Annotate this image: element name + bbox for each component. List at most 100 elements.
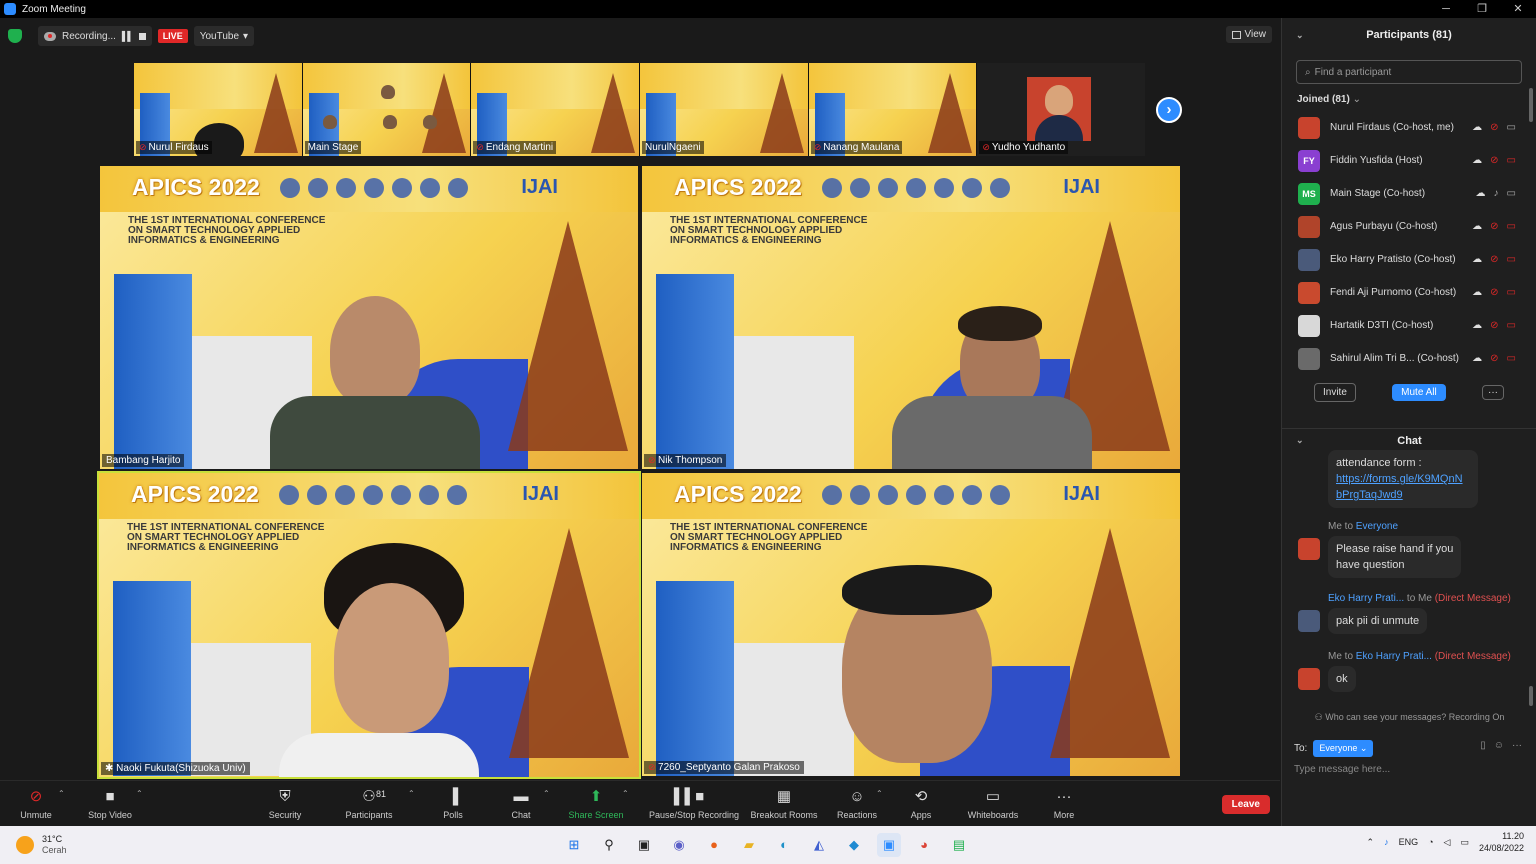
microphone-icon[interactable]: ♪ — [1384, 837, 1389, 847]
camera-off-icon[interactable]: ▭ — [1507, 221, 1516, 232]
participant-search-input[interactable]: ⌕ Find a participant — [1296, 60, 1522, 84]
participants-scrollbar[interactable] — [1529, 88, 1533, 122]
thumbnail-tile[interactable]: ⊘ Nanang Maulana — [808, 63, 977, 156]
vscode-icon[interactable]: ◆ — [842, 833, 866, 857]
power-automate-icon[interactable]: ◭ — [807, 833, 831, 857]
stop-icon[interactable] — [138, 32, 146, 40]
task-view-icon[interactable]: ▣ — [632, 833, 656, 857]
chat-options-caret[interactable]: ⌃ — [543, 789, 550, 798]
more-icon[interactable]: ··· — [1512, 740, 1522, 751]
thumbnail-tile[interactable]: NurulNgaeni — [640, 63, 808, 156]
battery-icon[interactable]: ▭ — [1460, 837, 1469, 848]
leave-button[interactable]: Leave — [1221, 795, 1270, 814]
shield-icon[interactable] — [8, 29, 22, 43]
participants-button[interactable]: ⚇ 81 Participants — [329, 787, 409, 820]
joined-section-toggle[interactable]: Joined (81) ⌄ — [1297, 94, 1536, 105]
apps-button[interactable]: ⟲ Apps — [881, 787, 961, 820]
windows-start-icon[interactable]: ⊞ — [562, 833, 586, 857]
mute-all-button[interactable]: Mute All — [1392, 384, 1446, 401]
share-options-caret[interactable]: ⌃ — [622, 789, 629, 798]
restore-icon[interactable]: ❐ — [1464, 0, 1500, 18]
participant-row[interactable]: Nurul Firdaus (Co-host, me) ☁ ⊘ ▭ — [1282, 111, 1536, 144]
video-tile[interactable]: APICS 2022 IJAI The 1st International Co… — [642, 166, 1180, 469]
video-tile[interactable]: APICS 2022 IJAI The 1st International Co… — [100, 166, 638, 469]
breakout-rooms-button[interactable]: ▦ Breakout Rooms — [744, 787, 824, 820]
recipient-dropdown[interactable]: Everyone ⌄ — [1313, 740, 1374, 757]
mic-muted-icon[interactable]: ⊘ — [1490, 320, 1498, 331]
video-tile-active-speaker[interactable]: APICS 2022 IJAI The 1st International Co… — [97, 471, 641, 779]
next-page-button[interactable]: › — [1156, 97, 1182, 123]
emoji-icon[interactable]: ☺ — [1494, 740, 1504, 751]
camera-icon[interactable]: ▭ — [1507, 122, 1516, 133]
camera-off-icon[interactable]: ▭ — [1507, 353, 1516, 364]
mic-muted-icon: ⊘ — [139, 142, 147, 152]
thumbnail-tile[interactable]: Main Stage — [302, 63, 471, 156]
firefox-icon[interactable]: ● — [702, 833, 726, 857]
mic-muted-icon[interactable]: ⊘ — [1490, 221, 1498, 232]
stream-dropdown[interactable]: YouTube ▾ — [193, 26, 255, 46]
camera-off-icon[interactable]: ▭ — [1507, 155, 1516, 166]
wifi-icon[interactable]: ◔ — [1428, 837, 1433, 847]
camera-icon[interactable]: ▭ — [1507, 188, 1516, 199]
participant-row[interactable]: Hartatik D3TI (Co-host) ☁ ⊘ ▭ — [1282, 309, 1536, 342]
sponsor-logos — [822, 485, 1010, 505]
mic-muted-icon[interactable]: ⊘ — [1490, 254, 1498, 265]
file-explorer-icon[interactable]: ▰ — [737, 833, 761, 857]
participant-body — [270, 396, 480, 469]
camera-off-icon[interactable]: ▭ — [1507, 320, 1516, 331]
volume-icon[interactable]: ◁ — [1444, 837, 1451, 848]
mic-icon[interactable]: ♪ — [1494, 188, 1499, 199]
chat-messages: attendance form : https://forms.gle/K9MQ… — [1282, 450, 1536, 704]
chrome-icon[interactable]: ◕ — [912, 833, 936, 857]
camera-off-icon[interactable]: ▭ — [1507, 254, 1516, 265]
pause-icon[interactable]: ▌▌ — [122, 31, 134, 41]
file-icon[interactable]: ▯ — [1480, 740, 1486, 751]
security-button[interactable]: ⛨ Security — [245, 787, 325, 820]
avatar — [1298, 215, 1320, 238]
who-can-see-notice[interactable]: ⚇ Who can see your messages? Recording O… — [1282, 712, 1536, 723]
mic-muted-icon: ⊘ — [813, 142, 822, 152]
collapse-chevron-icon[interactable]: ⌄ — [1296, 435, 1304, 446]
slide-journal: IJAI — [521, 176, 558, 198]
participant-row[interactable]: Eko Harry Pratisto (Co-host) ☁ ⊘ ▭ — [1282, 243, 1536, 276]
teams-chat-icon[interactable]: ◉ — [667, 833, 691, 857]
message-link[interactable]: https://forms.gle/K9MQnN — [1336, 471, 1470, 487]
thumbnail-tile[interactable]: ⊘ Nurul Firdaus — [134, 63, 302, 156]
mic-muted-icon[interactable]: ⊘ — [1490, 287, 1498, 298]
whiteboards-button[interactable]: ▭ Whiteboards — [953, 787, 1033, 820]
people-icon: ⚇ — [362, 788, 376, 805]
mic-muted-icon[interactable]: ⊘ — [1490, 155, 1498, 166]
video-options-caret[interactable]: ⌃ — [136, 789, 143, 798]
zoom-icon[interactable]: ▣ — [877, 833, 901, 857]
edge-icon[interactable]: ◐ — [772, 833, 796, 857]
chat-input[interactable]: Type message here... — [1294, 764, 1390, 775]
more-button[interactable]: ··· More — [1024, 787, 1104, 820]
participant-row[interactable]: Fendi Aji Purnomo (Co-host) ☁ ⊘ ▭ — [1282, 276, 1536, 309]
close-icon[interactable]: ✕ — [1500, 0, 1536, 18]
search-icon[interactable]: ⚲ — [597, 833, 621, 857]
video-tile[interactable]: APICS 2022 IJAI The 1st International Co… — [642, 473, 1180, 776]
participant-row[interactable]: Agus Purbayu (Co-host) ☁ ⊘ ▭ — [1282, 210, 1536, 243]
collapse-chevron-icon[interactable]: ⌄ — [1296, 30, 1304, 41]
mic-muted-icon[interactable]: ⊘ — [1490, 353, 1498, 364]
chat-scrollbar[interactable] — [1529, 686, 1533, 706]
camera-off-icon[interactable]: ▭ — [1507, 287, 1516, 298]
mic-muted-icon[interactable]: ⊘ — [1490, 122, 1498, 133]
message-link[interactable]: bPrgTaqJwd9 — [1336, 487, 1470, 503]
weather-widget[interactable]: 31°C Cerah — [16, 834, 67, 856]
participant-row[interactable]: Sahirul Alim Tri B... (Co-host) ☁ ⊘ ▭ — [1282, 342, 1536, 375]
chevron-up-icon[interactable]: ⌃ — [1367, 837, 1375, 848]
audio-options-caret[interactable]: ⌃ — [58, 789, 65, 798]
participant-row[interactable]: FY Fiddin Yusfida (Host) ☁ ⊘ ▭ — [1282, 144, 1536, 177]
thumbnail-tile[interactable]: ⊘ Yudho Yudhanto — [977, 63, 1146, 156]
pause-stop-recording-button[interactable]: ▌▌■ Pause/Stop Recording — [649, 787, 739, 820]
clock[interactable]: 11.20 24/08/2022 — [1479, 830, 1524, 854]
participant-row[interactable]: MS Main Stage (Co-host) ☁ ♪ ▭ — [1282, 177, 1536, 210]
language-indicator[interactable]: ENG — [1399, 837, 1419, 847]
view-button[interactable]: View — [1225, 26, 1272, 43]
invite-button[interactable]: Invite — [1314, 383, 1356, 402]
minimize-icon[interactable]: ─ — [1428, 0, 1464, 18]
thumbnail-tile[interactable]: ⊘ Endang Martini — [471, 63, 640, 156]
calculator-icon[interactable]: ▤ — [947, 833, 971, 857]
more-options-button[interactable]: ··· — [1481, 385, 1504, 400]
